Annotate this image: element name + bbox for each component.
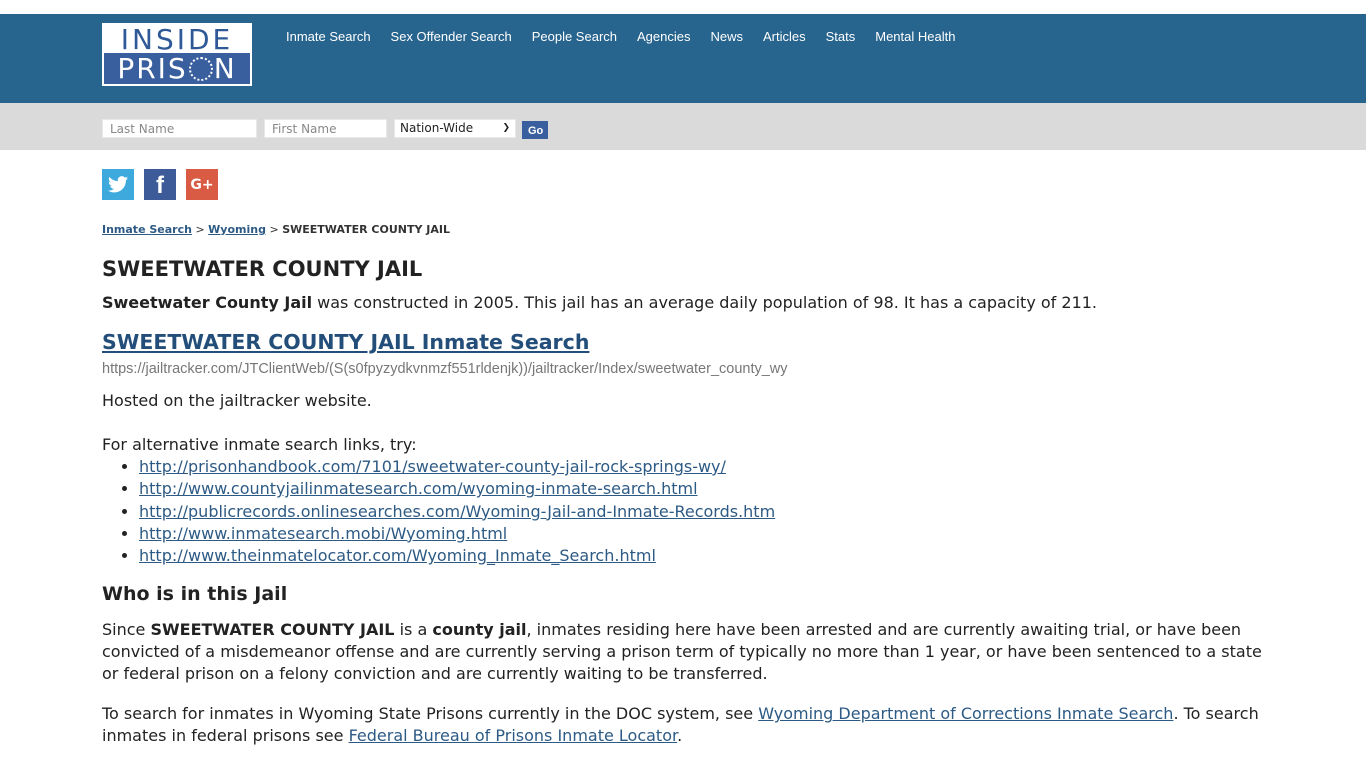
jail-type-bold: county jail — [432, 620, 527, 640]
scope-select-value: Nation-Wide — [400, 121, 474, 135]
jail-name-bold: SWEETWATER COUNTY JAIL — [150, 620, 395, 640]
go-button[interactable]: Go — [522, 121, 548, 139]
last-name-input[interactable] — [102, 119, 257, 138]
search-url: https://jailtracker.com/JTClientWeb/(S(s… — [102, 361, 788, 377]
nav-mental-health[interactable]: Mental Health — [875, 29, 955, 45]
twitter-icon — [108, 176, 128, 193]
logo-text-b: N — [213, 52, 237, 85]
barbed-ring-icon — [188, 57, 213, 81]
googleplus-button[interactable]: G+ — [186, 169, 218, 200]
text: To search for inmates in Wyoming State P… — [102, 704, 759, 724]
jail-summary-text: was constructed in 2005. This jail has a… — [312, 293, 1098, 312]
search-bar: Nation-Wide ❯ Go — [0, 103, 1366, 150]
logo-line-2: PRIS N — [104, 53, 250, 84]
first-name-input[interactable] — [264, 119, 387, 138]
text: Since — [102, 620, 151, 640]
twitter-button[interactable] — [102, 169, 134, 200]
list-item: http://www.inmatesearch.mobi/Wyoming.htm… — [139, 523, 1272, 545]
logo-line-1: INSIDE — [120, 23, 234, 56]
text: . — [677, 726, 683, 746]
site-logo[interactable]: INSIDE PRIS N — [102, 23, 252, 86]
alt-links-list: http://prisonhandbook.com/7101/sweetwate… — [102, 456, 1272, 567]
wyoming-doc-link[interactable]: Wyoming Department of Corrections Inmate… — [758, 704, 1173, 723]
facebook-button[interactable]: f — [144, 169, 176, 200]
nav-news[interactable]: News — [710, 29, 743, 45]
breadcrumb-current: SWEETWATER COUNTY JAIL — [282, 223, 450, 236]
text: is a — [394, 620, 433, 640]
nav-sex-offender-search[interactable]: Sex Offender Search — [391, 29, 512, 45]
chevron-down-icon: ❯ — [502, 123, 510, 133]
list-item: http://www.theinmatelocator.com/Wyoming_… — [139, 545, 1272, 567]
doc-paragraph: To search for inmates in Wyoming State P… — [102, 703, 1272, 747]
logo-text-a: PRIS — [117, 52, 188, 85]
jail-name-bold: Sweetwater County Jail — [102, 293, 313, 312]
facebook-icon: f — [156, 172, 164, 199]
list-item: http://www.countyjailinmatesearch.com/wy… — [139, 478, 1272, 500]
social-share: f G+ — [102, 169, 218, 200]
breadcrumb: Inmate Search > Wyoming > SWEETWATER COU… — [102, 222, 1272, 238]
list-item: http://prisonhandbook.com/7101/sweetwate… — [139, 456, 1272, 478]
breadcrumb-inmate-search[interactable]: Inmate Search — [102, 223, 192, 236]
alt-links-intro: For alternative inmate search links, try… — [102, 435, 417, 454]
alt-link[interactable]: http://www.countyjailinmatesearch.com/wy… — [139, 479, 698, 498]
nav-inmate-search[interactable]: Inmate Search — [286, 29, 371, 45]
who-paragraph: Since SWEETWATER COUNTY JAIL is a county… — [102, 619, 1272, 685]
scope-select[interactable]: Nation-Wide ❯ — [394, 119, 516, 138]
breadcrumb-separator: > — [269, 223, 279, 236]
page-title: SWEETWATER COUNTY JAIL — [102, 257, 423, 281]
list-item: http://publicrecords.onlinesearches.com/… — [139, 501, 1272, 523]
main-content: Inmate Search > Wyoming > SWEETWATER COU… — [102, 222, 1272, 747]
breadcrumb-separator: > — [195, 223, 205, 236]
nav-articles[interactable]: Articles — [763, 29, 806, 45]
alt-link[interactable]: http://publicrecords.onlinesearches.com/… — [139, 502, 775, 521]
alt-link[interactable]: http://www.theinmatelocator.com/Wyoming_… — [139, 546, 656, 565]
alt-link[interactable]: http://prisonhandbook.com/7101/sweetwate… — [139, 457, 726, 476]
googleplus-icon: G+ — [190, 176, 214, 193]
hosted-note: Hosted on the jailtracker website. — [102, 391, 372, 410]
who-heading: Who is in this Jail — [102, 583, 288, 606]
breadcrumb-wyoming[interactable]: Wyoming — [208, 223, 266, 236]
main-nav: Inmate Search Sex Offender Search People… — [286, 29, 975, 45]
jail-inmate-search-link[interactable]: SWEETWATER COUNTY JAIL Inmate Search — [102, 329, 1272, 355]
federal-bop-link[interactable]: Federal Bureau of Prisons Inmate Locator — [349, 726, 678, 745]
site-header: INSIDE PRIS N Inmate Search Sex Offender … — [0, 14, 1366, 103]
nav-agencies[interactable]: Agencies — [637, 29, 690, 45]
jail-summary: Sweetwater County Jail was constructed i… — [102, 292, 1272, 314]
nav-stats[interactable]: Stats — [826, 29, 856, 45]
nav-people-search[interactable]: People Search — [532, 29, 617, 45]
alt-link[interactable]: http://www.inmatesearch.mobi/Wyoming.htm… — [139, 524, 507, 543]
top-gap — [0, 0, 1366, 14]
